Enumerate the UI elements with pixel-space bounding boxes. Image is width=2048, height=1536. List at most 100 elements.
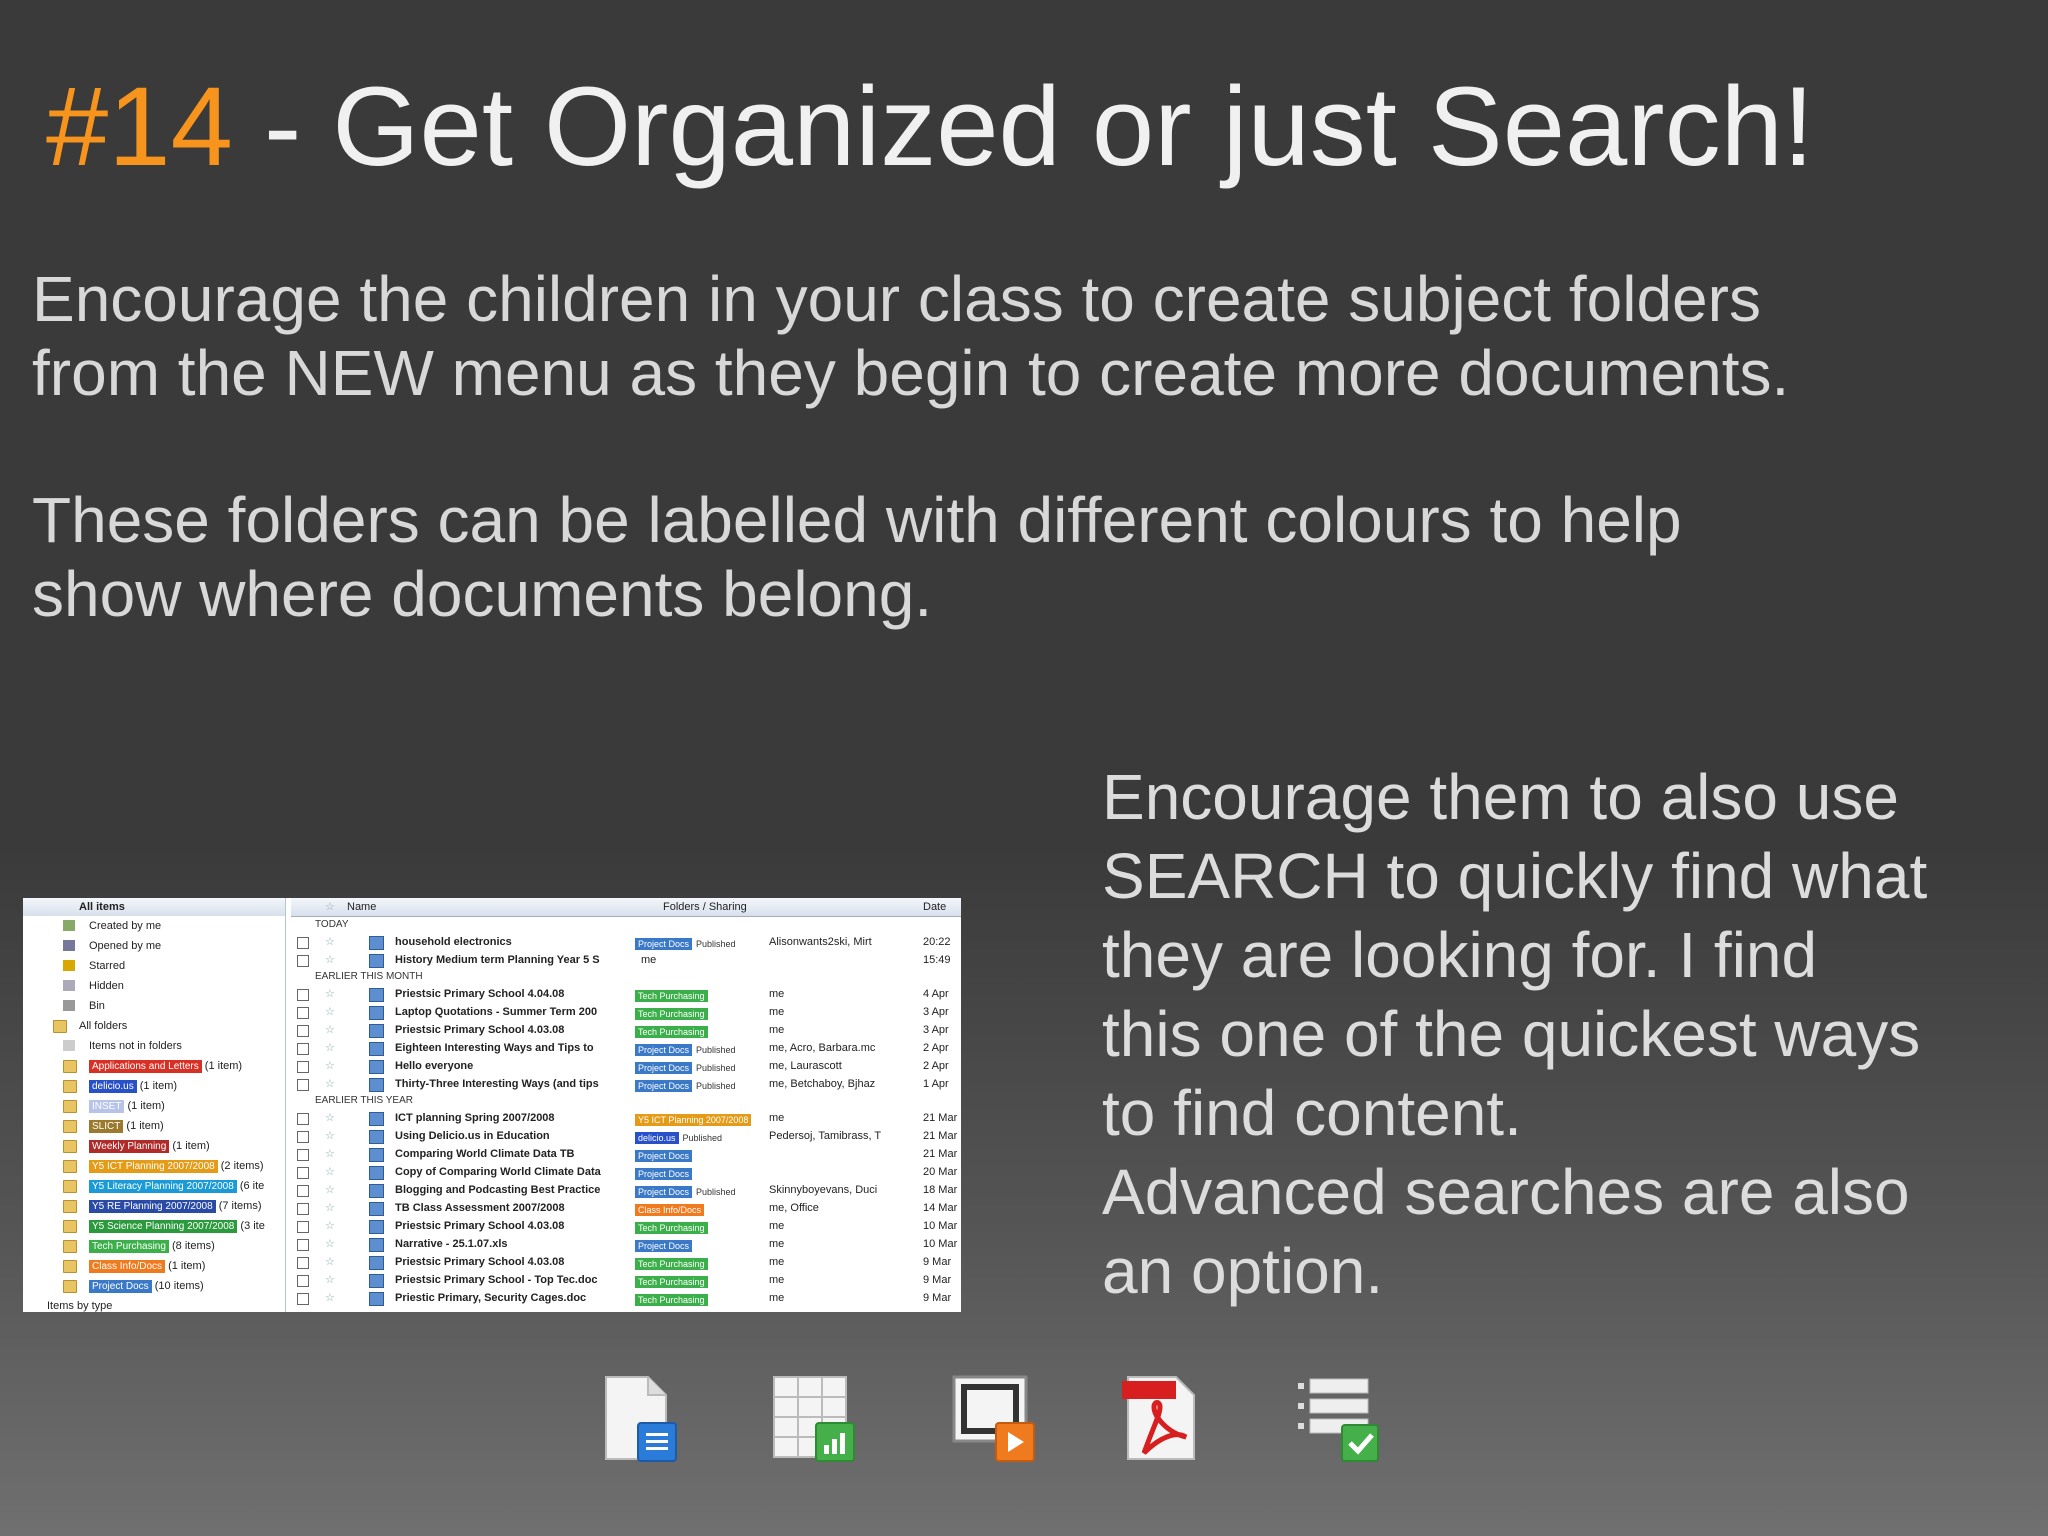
star-icon[interactable]: ☆ (325, 1217, 335, 1235)
row-checkbox[interactable] (297, 1061, 309, 1073)
table-row[interactable]: ☆ Priestsic Primary School 4.03.08 Tech Pu… (291, 1217, 961, 1235)
doc-name[interactable]: Priestsic Primary School 4.03.08 (395, 1253, 623, 1271)
doc-name[interactable]: Priestsic Primary School 4.04.08 (395, 985, 623, 1003)
star-icon[interactable]: ☆ (325, 1039, 335, 1057)
row-checkbox[interactable] (297, 1221, 309, 1233)
row-checkbox[interactable] (297, 1167, 309, 1179)
table-row[interactable]: ☆ Using Delicio.us in Education delicio.us… (291, 1127, 961, 1145)
date-column-header[interactable]: Date (923, 898, 946, 916)
row-checkbox[interactable] (297, 1113, 309, 1125)
star-icon[interactable]: ☆ (325, 1145, 335, 1163)
doc-name[interactable]: Priestic Primary, Security Cages.doc (395, 1289, 623, 1307)
star-icon[interactable]: ☆ (325, 1235, 335, 1253)
row-checkbox[interactable] (297, 1293, 309, 1305)
star-icon[interactable]: ☆ (325, 1253, 335, 1271)
row-checkbox[interactable] (297, 1203, 309, 1215)
star-icon[interactable]: ☆ (325, 1003, 335, 1021)
tree-item[interactable]: Items by type (23, 1296, 285, 1312)
table-row[interactable]: ☆ Laptop Quotations - Summer Term 200 Tech… (291, 1003, 961, 1021)
doc-name[interactable]: Priestsic Primary School 4.03.08 (395, 1217, 623, 1235)
table-row[interactable]: ☆ Comparing World Climate Data TB Project … (291, 1145, 961, 1163)
doc-name[interactable]: Using Delicio.us in Education (395, 1127, 623, 1145)
doc-name[interactable]: Laptop Quotations - Summer Term 200 (395, 1003, 623, 1021)
tree-item[interactable]: INSET (1 item) (23, 1096, 285, 1116)
star-icon[interactable]: ☆ (325, 1127, 335, 1145)
tree-item[interactable]: Weekly Planning (1 item) (23, 1136, 285, 1156)
star-icon[interactable]: ☆ (325, 1057, 335, 1075)
table-row[interactable]: ☆ Priestsic Primary School 4.04.08 Tech Pu… (291, 985, 961, 1003)
star-icon[interactable]: ☆ (325, 933, 335, 951)
tree-item[interactable]: Created by me (23, 916, 285, 936)
star-icon[interactable]: ☆ (325, 985, 335, 1003)
doc-name[interactable]: History Medium term Planning Year 5 S (395, 951, 623, 969)
row-checkbox[interactable] (297, 1275, 309, 1287)
star-icon[interactable]: ☆ (325, 1199, 335, 1217)
row-checkbox[interactable] (297, 1131, 309, 1143)
star-icon[interactable]: ☆ (325, 1271, 335, 1289)
tree-item[interactable]: Items not in folders (23, 1036, 285, 1056)
row-checkbox[interactable] (297, 1025, 309, 1037)
table-row[interactable]: ☆ Eighteen Interesting Ways and Tips to Pr… (291, 1039, 961, 1057)
table-row[interactable]: ☆ Priestic Primary, Security Cages.doc Tec… (291, 1289, 961, 1307)
table-row[interactable]: ☆ History Medium term Planning Year 5 S me… (291, 951, 961, 969)
tree-item[interactable]: All folders (23, 1016, 285, 1036)
tree-item[interactable]: SLICT (1 item) (23, 1116, 285, 1136)
tree-item[interactable]: Y5 Science Planning 2007/2008 (3 ite (23, 1216, 285, 1236)
table-row[interactable]: ☆ household electronics Project Docs Publis… (291, 933, 961, 951)
doc-name[interactable]: Narrative - 25.1.07.xls (395, 1235, 623, 1253)
star-icon[interactable]: ☆ (325, 951, 335, 969)
tree-item[interactable]: Y5 Literacy Planning 2007/2008 (6 ite (23, 1176, 285, 1196)
table-row[interactable]: ☆ Copy of Comparing World Climate Data Pro… (291, 1163, 961, 1181)
tree-item[interactable]: Y5 ICT Planning 2007/2008 (2 items) (23, 1156, 285, 1176)
row-checkbox[interactable] (297, 1079, 309, 1091)
table-row[interactable]: ☆ Hello everyone Project Docs Published me, … (291, 1057, 961, 1075)
star-icon[interactable]: ☆ (325, 1163, 335, 1181)
doc-name[interactable]: Priestsic Primary School 4.03.08 (395, 1021, 623, 1039)
tree-header[interactable]: All items (23, 898, 285, 916)
doc-name[interactable]: Priestsic Primary School - Top Tec.doc (395, 1271, 623, 1289)
doc-name[interactable]: Blogging and Podcasting Best Practice (395, 1181, 623, 1199)
row-checkbox[interactable] (297, 1257, 309, 1269)
table-row[interactable]: ☆ Priestsic Primary School - Top Tec.doc T… (291, 1271, 961, 1289)
row-checkbox[interactable] (297, 955, 309, 967)
tree-item[interactable]: Opened by me (23, 936, 285, 956)
table-row[interactable]: ☆ Thirty-Three Interesting Ways (and tips… (291, 1075, 961, 1093)
tree-item[interactable]: Y5 RE Planning 2007/2008 (7 items) (23, 1196, 285, 1216)
doc-name[interactable]: Copy of Comparing World Climate Data (395, 1163, 623, 1181)
doc-name[interactable]: TB Class Assessment 2007/2008 (395, 1199, 623, 1217)
star-icon[interactable]: ☆ (325, 1075, 335, 1093)
tree-item[interactable]: Hidden (23, 976, 285, 996)
tree-item[interactable]: Applications and Letters (1 item) (23, 1056, 285, 1076)
doc-name[interactable]: Hello everyone (395, 1057, 623, 1075)
doc-name[interactable]: ICT planning Spring 2007/2008 (395, 1109, 623, 1127)
table-row[interactable]: ☆ Priestsic Primary School 4.03.08 Tech Pu… (291, 1021, 961, 1039)
tree-item[interactable]: Class Info/Docs (1 item) (23, 1256, 285, 1276)
doc-name[interactable]: Eighteen Interesting Ways and Tips to (395, 1039, 623, 1057)
row-checkbox[interactable] (297, 1149, 309, 1161)
row-checkbox[interactable] (297, 1043, 309, 1055)
doc-name[interactable]: household electronics (395, 933, 623, 951)
star-icon[interactable]: ☆ (325, 1181, 335, 1199)
tree-item[interactable]: Project Docs (10 items) (23, 1276, 285, 1296)
table-row[interactable]: ☆ ICT planning Spring 2007/2008 Y5 ICT Pla… (291, 1109, 961, 1127)
tree-item[interactable]: Tech Purchasing (8 items) (23, 1236, 285, 1256)
row-checkbox[interactable] (297, 1007, 309, 1019)
name-column-header[interactable]: Name (347, 898, 376, 916)
table-row[interactable]: ☆ Narrative - 25.1.07.xls Project Docs me 10… (291, 1235, 961, 1253)
star-icon[interactable]: ☆ (325, 1289, 335, 1307)
folders-column-header[interactable]: Folders / Sharing (663, 898, 747, 916)
row-checkbox[interactable] (297, 989, 309, 1001)
doc-name[interactable]: Comparing World Climate Data TB (395, 1145, 623, 1163)
tree-item[interactable]: Bin (23, 996, 285, 1016)
table-row[interactable]: ☆ Priestsic Primary School 4.03.08 Tech Pu… (291, 1253, 961, 1271)
table-row[interactable]: ☆ TB Class Assessment 2007/2008 Class Info… (291, 1199, 961, 1217)
row-checkbox[interactable] (297, 937, 309, 949)
star-icon[interactable]: ☆ (325, 1109, 335, 1127)
table-row[interactable]: ☆ Blogging and Podcasting Best Practice Pr… (291, 1181, 961, 1199)
tree-item[interactable]: Starred (23, 956, 285, 976)
doc-name[interactable]: Thirty-Three Interesting Ways (and tips (395, 1075, 623, 1093)
row-checkbox[interactable] (297, 1239, 309, 1251)
star-icon[interactable]: ☆ (325, 1021, 335, 1039)
tree-item[interactable]: delicio.us (1 item) (23, 1076, 285, 1096)
row-checkbox[interactable] (297, 1185, 309, 1197)
